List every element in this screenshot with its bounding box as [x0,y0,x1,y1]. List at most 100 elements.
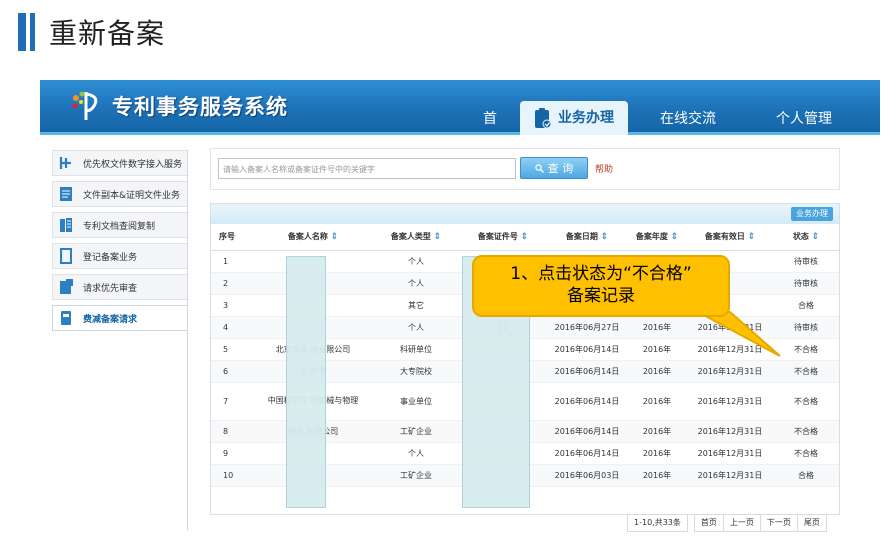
cell-year: 2016年 [627,382,687,421]
cell-idx: 5 [211,338,253,361]
cell-type: 科研单位 [373,338,459,361]
col-header-valid[interactable]: 备案有效日 ⇕ [687,224,773,251]
sort-icon: ⇕ [600,232,609,243]
nav-business-label: 业务办理 [558,110,614,126]
sidebar-divider [187,150,188,530]
sidebar-item-label: 登记备案业务 [83,252,138,263]
col-header-name[interactable]: 备案人名称 ⇕ [253,224,373,251]
col-header-status[interactable]: 状态 ⇕ [773,224,839,251]
cell-date: 2016年06月14日 [547,420,627,443]
cell-valid: 2016年12月31日 [687,382,773,421]
pager-next[interactable]: 下一页 [759,514,798,532]
cell-year: 2016年 [627,442,687,465]
nav-personal[interactable]: 个人管理 [760,103,848,135]
cell-date: 2016年06月14日 [547,382,627,421]
cell-date: 2016年06月14日 [547,338,627,361]
logo-text: 专利事务服务系统 [112,95,288,119]
cell-date: 2016年06月14日 [547,360,627,383]
sort-icon: ⇕ [670,232,679,243]
cell-status: 不合格 [773,338,839,361]
col-header-index: 序号 [211,224,253,251]
table-header-row: 序号 备案人名称 ⇕ 备案人类型 ⇕ 备案证件号 ⇕ 备案日期 ⇕ 备案年度 ⇕… [211,224,839,251]
cell-idx: 4 [211,316,253,339]
cell-type: 工矿企业 [373,464,459,487]
cell-year: 2016年 [627,420,687,443]
cell-type: 个人 [373,442,459,465]
archive-icon [60,218,72,232]
callout-line-2: 备案记录 [567,286,635,306]
cell-status: 待审核 [773,316,839,339]
sidebar-item-label: 专利文档查阅复制 [83,221,156,232]
main-nav: 首 页 业务办理 在线交流 个人管理 [460,100,848,159]
col-header-year[interactable]: 备案年度 ⇕ [627,224,687,251]
sidebar-item-priority-doc[interactable]: 优先权文件数字接入服务 [52,150,188,176]
cell-type: 其它 [373,294,459,317]
business-action-button[interactable]: 业务办理 [791,207,833,221]
search-button[interactable]: 查 询 [520,157,588,179]
pager-prev[interactable]: 上一页 [722,514,761,532]
sidebar-item-label: 费减备案请求 [83,314,138,325]
cell-valid: 2016年12月31日 [687,464,773,487]
slide-title: 重新备案 [18,12,165,52]
cell-type: 个人 [373,250,459,273]
nav-business[interactable]: 业务办理 [520,101,628,135]
sidebar-item-patent-archive[interactable]: 专利文档查阅复制 [52,212,188,238]
cell-type: 个人 [373,316,459,339]
cell-idx: 2 [211,272,253,295]
search-icon [535,163,544,173]
priority-icon [59,157,71,169]
document-copy-icon [60,187,72,201]
pager-summary: 1-10,共33条 [627,514,688,532]
cell-valid: 2016年12月31日 [687,338,773,361]
cell-status: 待审核 [773,250,839,273]
cell-status: 合格 [773,464,839,487]
pager-first[interactable]: 首页 [693,514,724,532]
col-header-type[interactable]: 备案人类型 ⇕ [373,224,459,251]
cell-status: 待审核 [773,272,839,295]
sort-icon: ⇕ [330,232,339,243]
col-header-date[interactable]: 备案日期 ⇕ [547,224,627,251]
clipboard-icon [535,108,552,129]
sidebar: 优先权文件数字接入服务 文件副本&证明文件业务 专利文档查阅复制 登记备案业务 … [52,150,188,336]
cell-valid: 2016年12月31日 [687,316,773,339]
cell-status: 不合格 [773,442,839,465]
sort-icon: ⇕ [747,232,756,243]
cell-year: 2016年 [627,464,687,487]
cell-status: 不合格 [773,360,839,383]
nav-exchange[interactable]: 在线交流 [644,103,732,135]
cell-idx: 9 [211,442,253,465]
cell-idx: 1 [211,250,253,273]
cell-valid: 2016年12月31日 [687,442,773,465]
cell-valid: 2016年12月31日 [687,360,773,383]
sort-icon: ⇕ [811,232,820,243]
cell-year: 2016年 [627,316,687,339]
cell-idx: 3 [211,294,253,317]
cell-type: 个人 [373,272,459,295]
cell-date: 2016年06月14日 [547,442,627,465]
cell-valid: 2016年12月31日 [687,420,773,443]
slide-heading: 重新备案 [49,17,166,50]
cell-type: 事业单位 [373,382,459,421]
cell-status: 合格 [773,294,839,317]
col-header-cert[interactable]: 备案证件号 ⇕ [459,224,547,251]
register-icon [60,248,72,264]
search-input[interactable]: 请输入备案人名称或备案证件号中的关键字 [218,158,516,179]
sidebar-item-priority-review[interactable]: 请求优先审查 [52,274,188,300]
redaction-mask-name [286,256,326,508]
sidebar-item-doc-copy[interactable]: 文件副本&证明文件业务 [52,181,188,207]
nav-home[interactable]: 首 页 [460,103,520,159]
title-accent-bars [18,13,35,51]
cell-status: 不合格 [773,382,839,421]
cell-type: 工矿企业 [373,420,459,443]
cell-status: 不合格 [773,420,839,443]
app-screenshot: 专利事务服务系统 首 页 业务办理 在线交流 个人管理 优先权文件数字接入服务 [40,80,880,532]
pager-last[interactable]: 尾页 [796,514,827,532]
help-link[interactable]: 帮助 [595,162,613,175]
sidebar-item-label: 请求优先审查 [83,283,138,294]
pagination: 1-10,共33条 首页 上一页 下一页 尾页 [627,514,827,532]
app-logo[interactable]: 专利事务服务系统 [70,88,288,124]
sidebar-item-register[interactable]: 登记备案业务 [52,243,188,269]
sort-icon: ⇕ [433,232,442,243]
search-button-label: 查 询 [547,162,574,175]
sidebar-item-fee-reduction[interactable]: 费减备案请求 [52,305,188,331]
